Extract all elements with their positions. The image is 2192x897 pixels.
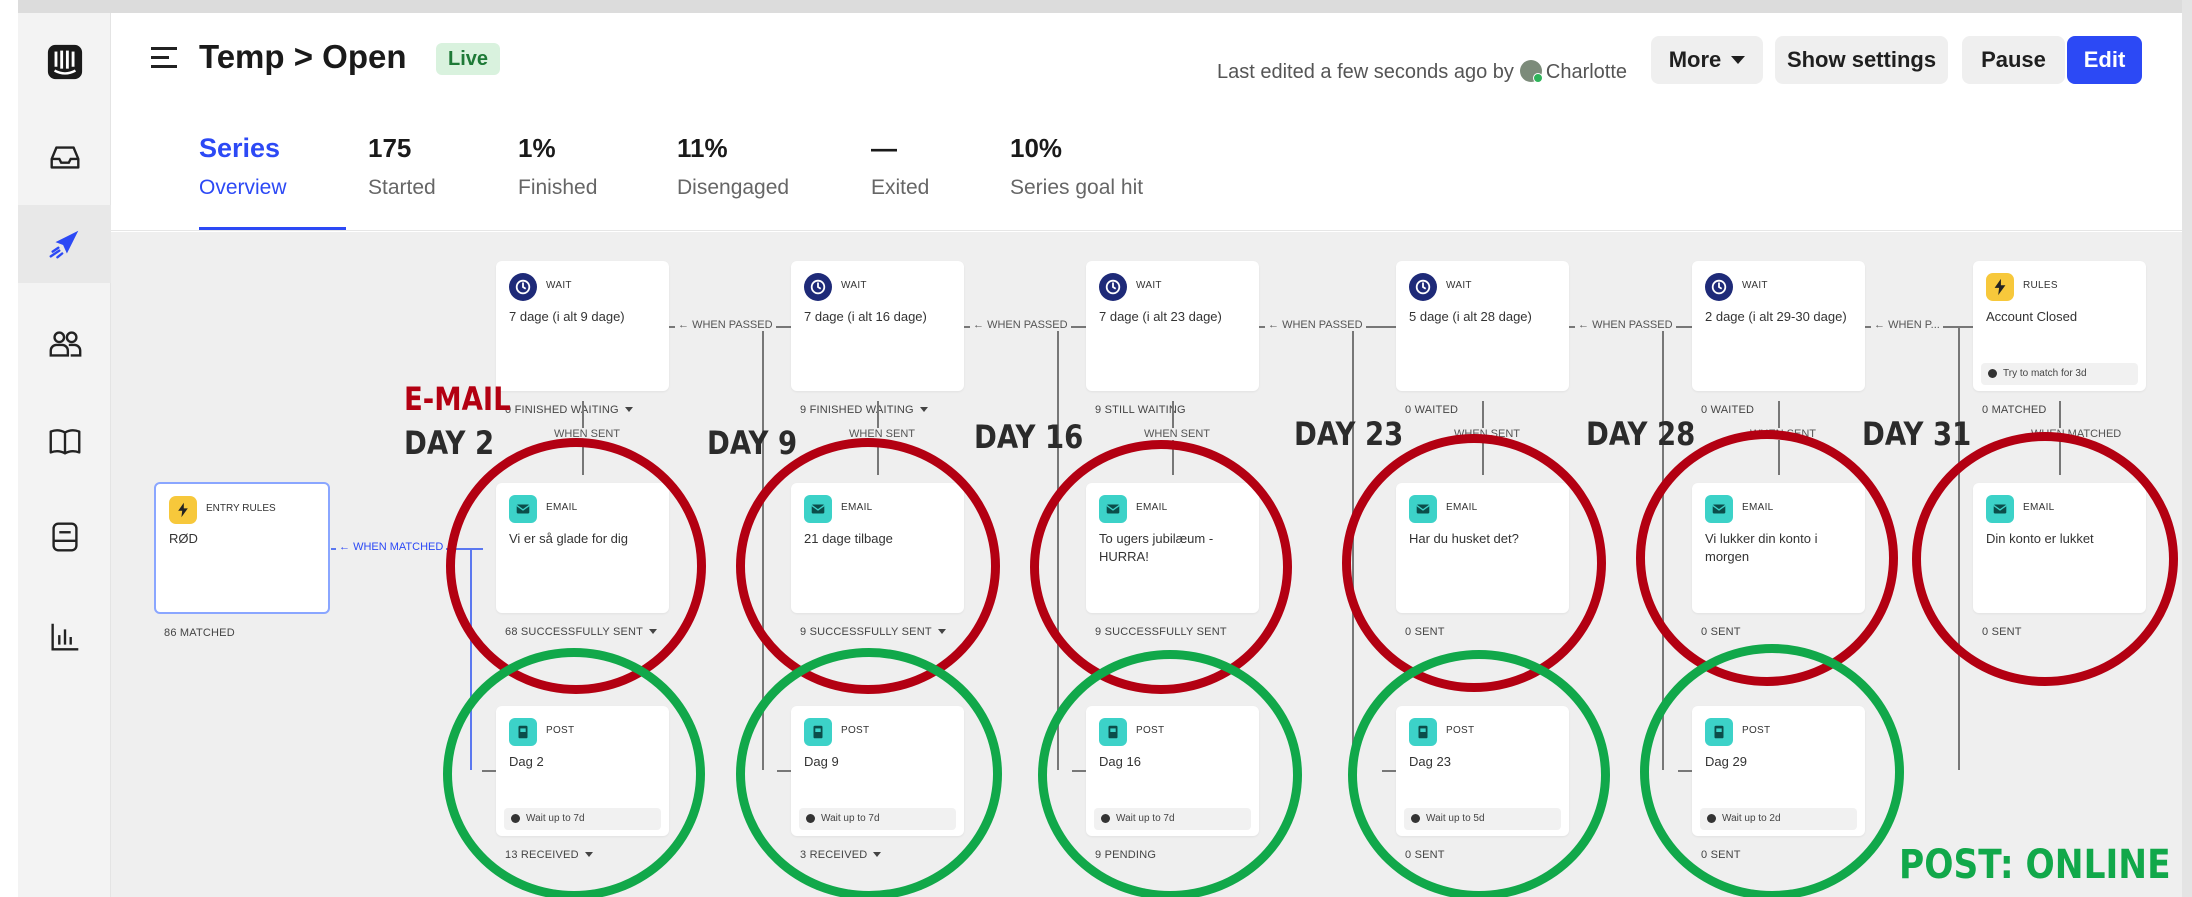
clock-icon	[1099, 273, 1127, 301]
lightning-icon	[1986, 273, 2014, 301]
editor-name: Charlotte	[1545, 61, 1628, 83]
stat-exited[interactable]: — Exited	[871, 133, 929, 200]
show-settings-button[interactable]: Show settings	[1775, 36, 1948, 84]
entry-rules-type: Entry rules	[206, 503, 276, 514]
wait-card-3[interactable]: Wait 7 dage (i alt 23 dage)	[1086, 261, 1259, 391]
rail-outbound[interactable]	[18, 205, 111, 283]
entry-matched-count: 86 MATCHED	[164, 627, 235, 639]
rules-card-6-type: Rules	[2023, 280, 2058, 291]
articles-icon	[49, 429, 80, 455]
stat-series-goal-hit[interactable]: 10% Series goal hit	[1010, 133, 1143, 200]
edit-button[interactable]: Edit	[2067, 36, 2142, 84]
messenger-icon	[51, 522, 78, 552]
email-highlight-ring-6	[1912, 432, 2178, 686]
rules-card-6-body: Account Closed	[1986, 309, 2078, 324]
lightning-icon	[169, 496, 197, 524]
last-edited-text: Last edited a few seconds ago by	[1217, 61, 1514, 83]
when-passed-label-4: ← WHEN PASSED	[1575, 319, 1676, 331]
stat-finished[interactable]: 1% Finished	[518, 133, 597, 200]
avatar	[1519, 60, 1543, 83]
pause-button[interactable]: Pause	[1962, 36, 2065, 84]
wait-card-5[interactable]: Wait 2 dage (i alt 29-30 dage)	[1692, 261, 1865, 391]
chevron-down-icon	[1731, 56, 1746, 64]
rules-card-6[interactable]: Rules Account Closed Try to match for 3d	[1973, 261, 2146, 391]
rail-reports[interactable]	[18, 598, 111, 676]
hamburger-menu-icon[interactable]	[151, 47, 177, 69]
last-edited-info: Last edited a few seconds ago by Charlott…	[1217, 60, 1627, 84]
rail-inbox[interactable]	[18, 118, 111, 196]
clock-icon	[1409, 273, 1437, 301]
email-edge-label-3: WHEN SENT	[1141, 428, 1213, 440]
chevron-down-icon	[919, 407, 928, 412]
wait-card-5-type: Wait	[1742, 280, 1768, 291]
wait-card-3-type: Wait	[1136, 280, 1162, 291]
when-passed-label-3: ← WHEN PASSED	[1265, 319, 1366, 331]
window-right-edge	[2182, 0, 2192, 897]
wait-card-5-body: 2 dage (i alt 29-30 dage)	[1705, 309, 1847, 324]
reports-icon	[50, 623, 78, 651]
post-highlight-ring-9	[1038, 650, 1302, 897]
wait-card-2[interactable]: Wait 7 dage (i alt 16 dage)	[791, 261, 964, 391]
rail-contacts[interactable]	[18, 305, 111, 383]
outbound-icon	[49, 230, 78, 259]
wait-foot-1[interactable]: 0 FINISHED WAITING	[505, 404, 633, 416]
rail-inbox-app[interactable]	[18, 498, 111, 576]
wait-card-4-body: 5 dage (i alt 28 dage)	[1409, 309, 1532, 324]
window-top-edge	[0, 0, 2192, 13]
wait-card-2-type: Wait	[841, 280, 867, 291]
stat-disengaged[interactable]: 11% Disengaged	[677, 133, 789, 200]
clock-icon	[804, 273, 832, 301]
wait-foot-5: 0 WAITED	[1701, 404, 1755, 416]
contacts-icon	[49, 331, 81, 357]
day-annotation-6: DAY 31	[1862, 415, 1972, 453]
left-nav-rail	[18, 13, 111, 897]
wait-card-1[interactable]: Wait 7 dage (i alt 9 dage)	[496, 261, 669, 391]
when-passed-label-2: ← WHEN PASSED	[970, 319, 1071, 331]
window-left-edge	[0, 0, 18, 897]
intercom-logo[interactable]	[18, 23, 111, 101]
wait-card-1-type: Wait	[546, 280, 572, 291]
wait-card-4[interactable]: Wait 5 dage (i alt 28 dage)	[1396, 261, 1569, 391]
entry-rules-card[interactable]: Entry rules RØD	[154, 482, 330, 614]
post-highlight-ring-10	[1348, 650, 1610, 897]
stat-started[interactable]: 175 Started	[368, 133, 436, 200]
wait-foot-4: 0 WAITED	[1405, 404, 1459, 416]
tab-series-overview[interactable]: Series Overview	[199, 133, 287, 200]
day-annotation-3: DAY 16	[974, 418, 1084, 456]
post-highlight-ring-7	[443, 648, 705, 897]
day-annotation-1: DAY 2	[404, 424, 495, 462]
post-highlight-ring-8	[736, 648, 1002, 897]
inbox-icon	[50, 146, 79, 169]
wait-foot-6: 0 MATCHED	[1982, 404, 2047, 416]
post-highlight-ring-11	[1640, 644, 1904, 897]
post-online-annotation: POST: ONLINE	[1899, 842, 2171, 888]
wait-card-2-body: 7 dage (i alt 16 dage)	[804, 309, 927, 324]
wait-foot-2[interactable]: 9 FINISHED WAITING	[800, 404, 928, 416]
email-annotation-label: E-MAIL	[404, 380, 511, 418]
active-tab-indicator	[199, 227, 346, 230]
wait-card-1-body: 7 dage (i alt 9 dage)	[509, 309, 625, 324]
day-annotation-5: DAY 28	[1586, 415, 1696, 453]
when-passed-label-1: ← WHEN PASSED	[675, 319, 776, 331]
rail-articles[interactable]	[18, 403, 111, 481]
rules-card-6-hint: Try to match for 3d	[1981, 363, 2138, 385]
clock-icon	[509, 273, 537, 301]
entry-edge-label: ← WHEN MATCHED	[336, 541, 447, 553]
intercom-logo-icon	[47, 44, 82, 80]
entry-rules-body: RØD	[169, 531, 198, 546]
wait-card-3-body: 7 dage (i alt 23 dage)	[1099, 309, 1222, 324]
clock-icon	[1705, 273, 1733, 301]
wait-card-4-type: Wait	[1446, 280, 1472, 291]
when-passed-label-5: ← WHEN P...	[1871, 319, 1943, 331]
more-button[interactable]: More	[1651, 36, 1763, 84]
status-badge: Live	[436, 43, 501, 75]
day-annotation-4: DAY 23	[1294, 415, 1404, 453]
day-annotation-2: DAY 9	[707, 424, 798, 462]
page-title: Temp > Open	[199, 38, 407, 75]
chevron-down-icon	[624, 407, 633, 412]
series-header: Temp > Open Live Last edited a few secon…	[111, 13, 2182, 231]
